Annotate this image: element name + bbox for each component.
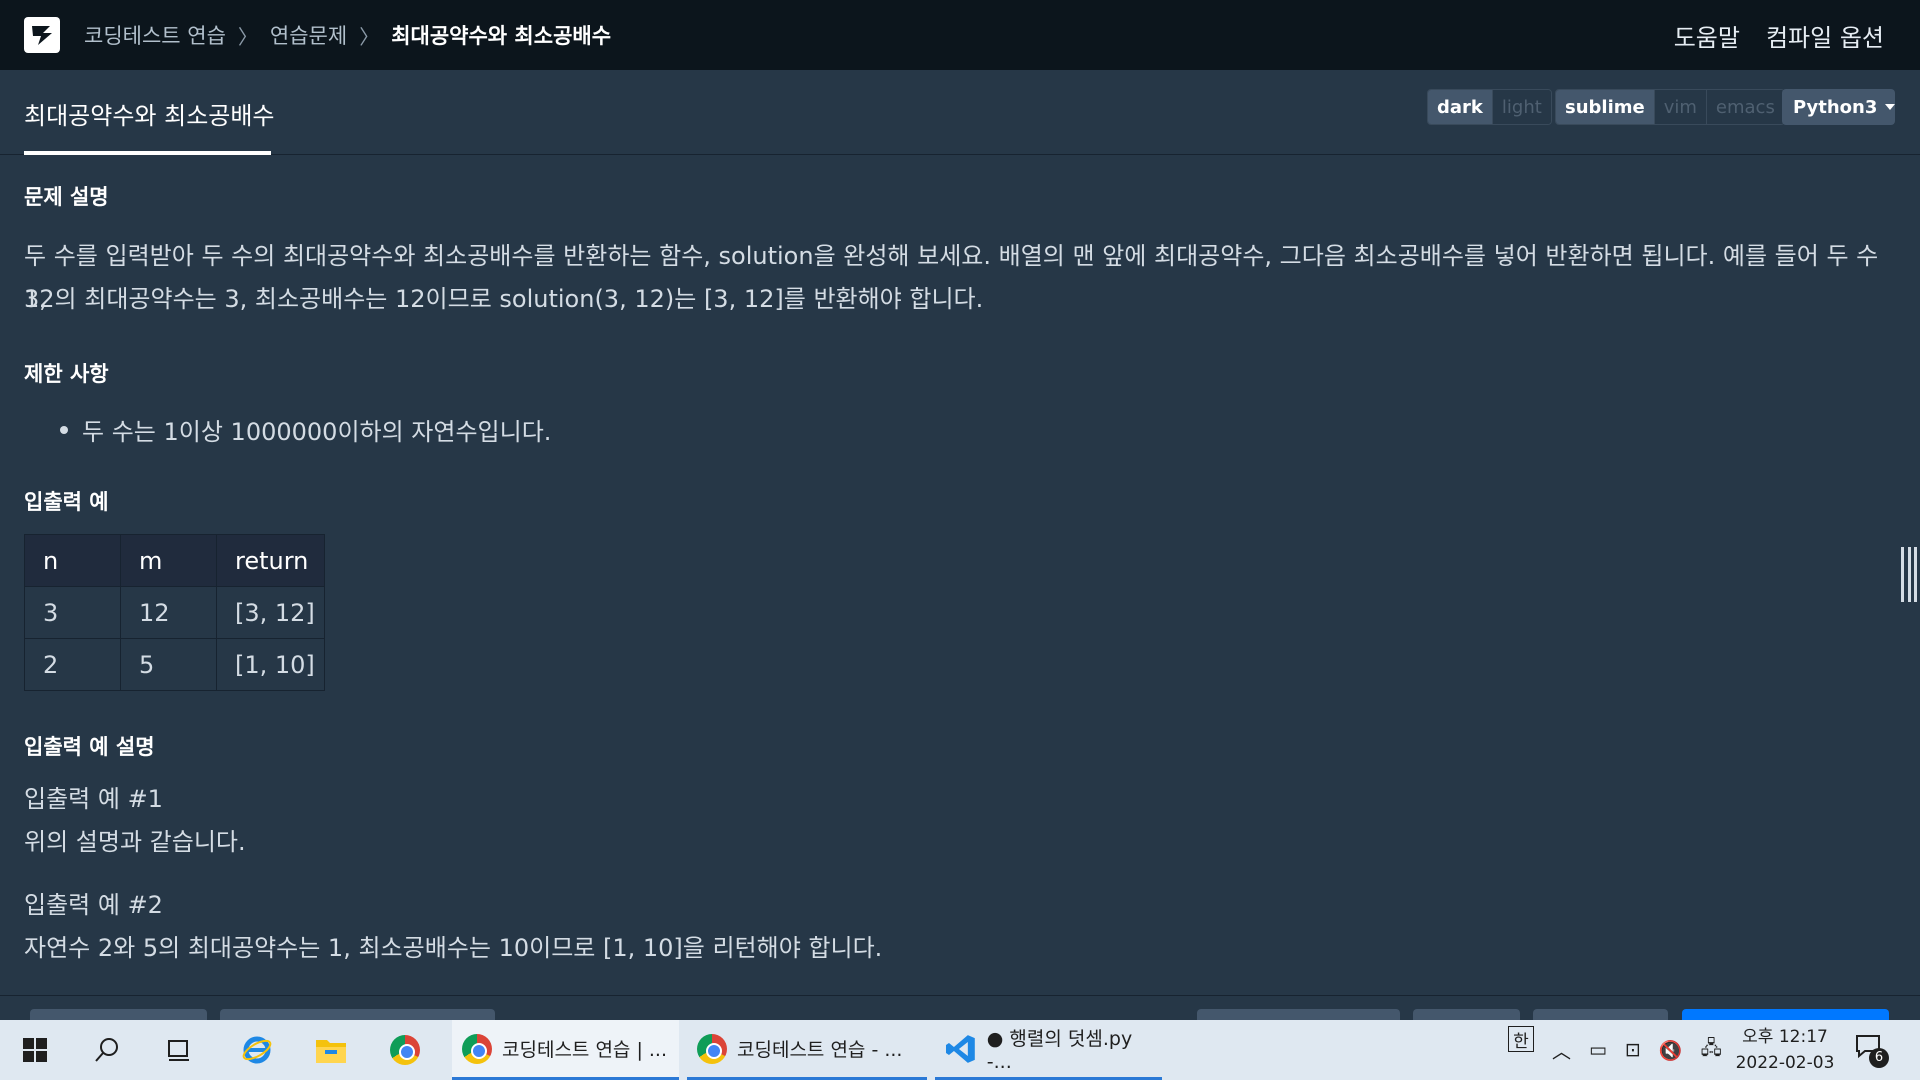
- chevron-right-icon: 〉: [359, 24, 380, 49]
- language-select[interactable]: Python3: [1782, 89, 1896, 125]
- section-heading-constraints: 제한 사항: [24, 362, 109, 386]
- constraint-item: 두 수는 1이상 1000000이하의 자연수입니다.: [60, 412, 551, 447]
- table-header-row: n m return: [24, 534, 325, 587]
- system-tray: ︿ ▭ ⊡ 🔇 🖧: [1552, 1020, 1722, 1080]
- theme-dark-button[interactable]: dark: [1428, 90, 1492, 124]
- example-1-title: 입출력 예 #1: [24, 785, 163, 813]
- taskbar-app-chrome-2[interactable]: 코딩테스트 연습 - ...: [687, 1020, 927, 1080]
- keymap-emacs-button[interactable]: emacs: [1705, 90, 1784, 124]
- table-cell: 12: [120, 586, 217, 639]
- panel-resize-handle[interactable]: [1901, 547, 1917, 602]
- table-cell: [3, 12]: [216, 586, 325, 639]
- example-2-text: 자연수 2와 5의 최대공약수는 1, 최소공배수는 10이므로 [1, 10]…: [24, 934, 883, 962]
- vscode-icon: [945, 1034, 975, 1063]
- compile-options-link[interactable]: 컴파일 옵션: [1766, 18, 1884, 53]
- column-header-m: m: [120, 534, 217, 587]
- ime-indicator[interactable]: 한: [1508, 1026, 1534, 1052]
- breadcrumb-item-coding-test[interactable]: 코딩테스트 연습: [84, 20, 226, 50]
- theme-light-button[interactable]: light: [1491, 90, 1551, 124]
- description-line-2: 12의 최대공약수는 3, 최소공배수는 12이므로 solution(3, 1…: [24, 285, 984, 313]
- notification-center-icon[interactable]: 6: [1855, 1034, 1889, 1068]
- meet-now-icon[interactable]: ▭: [1589, 1039, 1607, 1061]
- caret-down-icon: [1885, 104, 1896, 110]
- problem-description: 문제 설명 두 수를 입력받아 두 수의 최대공약수와 최소공배수를 반환하는 …: [24, 155, 1884, 995]
- constraint-text: 두 수는 1이상 1000000이하의 자연수입니다.: [82, 418, 552, 446]
- volume-muted-icon[interactable]: 🔇: [1659, 1039, 1683, 1062]
- file-explorer-icon[interactable]: [302, 1020, 360, 1080]
- table-cell: [1, 10]: [216, 638, 325, 691]
- breadcrumb: 코딩테스트 연습 〉 연습문제 〉 최대공약수와 최소공배수: [84, 20, 611, 50]
- keymap-toggle: sublime vim emacs: [1555, 89, 1785, 125]
- example-1-text: 위의 설명과 같습니다.: [24, 828, 246, 856]
- taskbar-app-label: 코딩테스트 연습 - ...: [737, 1039, 903, 1061]
- network-icon[interactable]: 🖧: [1701, 1034, 1722, 1066]
- language-select-value: Python3: [1793, 96, 1878, 118]
- table-cell: 3: [24, 586, 121, 639]
- chrome-icon: [462, 1033, 492, 1064]
- security-icon[interactable]: ⊡: [1625, 1039, 1641, 1061]
- search-icon[interactable]: [78, 1020, 136, 1080]
- taskbar-app-vscode[interactable]: ● 행렬의 덧셈.py -...: [935, 1020, 1162, 1080]
- programmers-logo-icon[interactable]: [24, 17, 60, 53]
- section-heading-io-examples: 입출력 예: [24, 490, 109, 514]
- taskbar-app-chrome-1[interactable]: 코딩테스트 연습 | ...: [452, 1020, 679, 1080]
- chevron-right-icon: 〉: [237, 24, 258, 49]
- section-heading-description: 문제 설명: [24, 185, 109, 209]
- chevron-up-icon[interactable]: ︿: [1552, 1037, 1571, 1064]
- bullet-icon: [60, 426, 68, 434]
- table-row: 3 12 [3, 12]: [24, 586, 325, 639]
- taskbar-app-label: ● 행렬의 덧셈.py -...: [986, 1028, 1133, 1073]
- page-title: 최대공약수와 최소공배수: [24, 102, 275, 130]
- table-cell: 5: [120, 638, 217, 691]
- windows-taskbar: 코딩테스트 연습 | ... 코딩테스트 연습 - ... ● 행렬의 덧셈.p…: [0, 1020, 1920, 1080]
- notification-count-badge: 6: [1869, 1048, 1889, 1068]
- system-clock[interactable]: 오후 12:17 2022-02-03: [1730, 1024, 1840, 1076]
- clock-date: 2022-02-03: [1735, 1053, 1835, 1073]
- chrome-profile-icon[interactable]: [376, 1020, 434, 1080]
- table-cell: 2: [24, 638, 121, 691]
- breadcrumb-item-current: 최대공약수와 최소공배수: [391, 24, 612, 48]
- keymap-sublime-button[interactable]: sublime: [1556, 90, 1654, 124]
- io-example-table: n m return 3 12 [3, 12] 2 5 [1, 10]: [24, 534, 325, 691]
- taskbar-app-label: 코딩테스트 연습 | ...: [502, 1039, 667, 1061]
- action-bar: [0, 995, 1920, 1021]
- table-row: 2 5 [1, 10]: [24, 638, 325, 691]
- example-2-title: 입출력 예 #2: [24, 891, 163, 919]
- chrome-icon: [697, 1033, 727, 1064]
- breadcrumb-item-practice[interactable]: 연습문제: [270, 20, 347, 50]
- column-header-n: n: [24, 534, 121, 587]
- windows-start-icon[interactable]: [6, 1020, 64, 1080]
- column-header-return: return: [216, 534, 325, 587]
- theme-toggle: dark light: [1427, 89, 1552, 125]
- top-navbar: 코딩테스트 연습 〉 연습문제 〉 최대공약수와 최소공배수 도움말 컴파일 옵…: [0, 0, 1920, 70]
- section-heading-io-explanation: 입출력 예 설명: [24, 735, 155, 759]
- keymap-vim-button[interactable]: vim: [1653, 90, 1706, 124]
- task-view-icon[interactable]: [150, 1020, 208, 1080]
- help-link[interactable]: 도움말: [1674, 18, 1740, 53]
- clock-time: 오후 12:17: [1742, 1027, 1828, 1047]
- problem-header: 최대공약수와 최소공배수 dark light sublime vim emac…: [0, 70, 1920, 155]
- internet-explorer-icon[interactable]: [228, 1020, 286, 1080]
